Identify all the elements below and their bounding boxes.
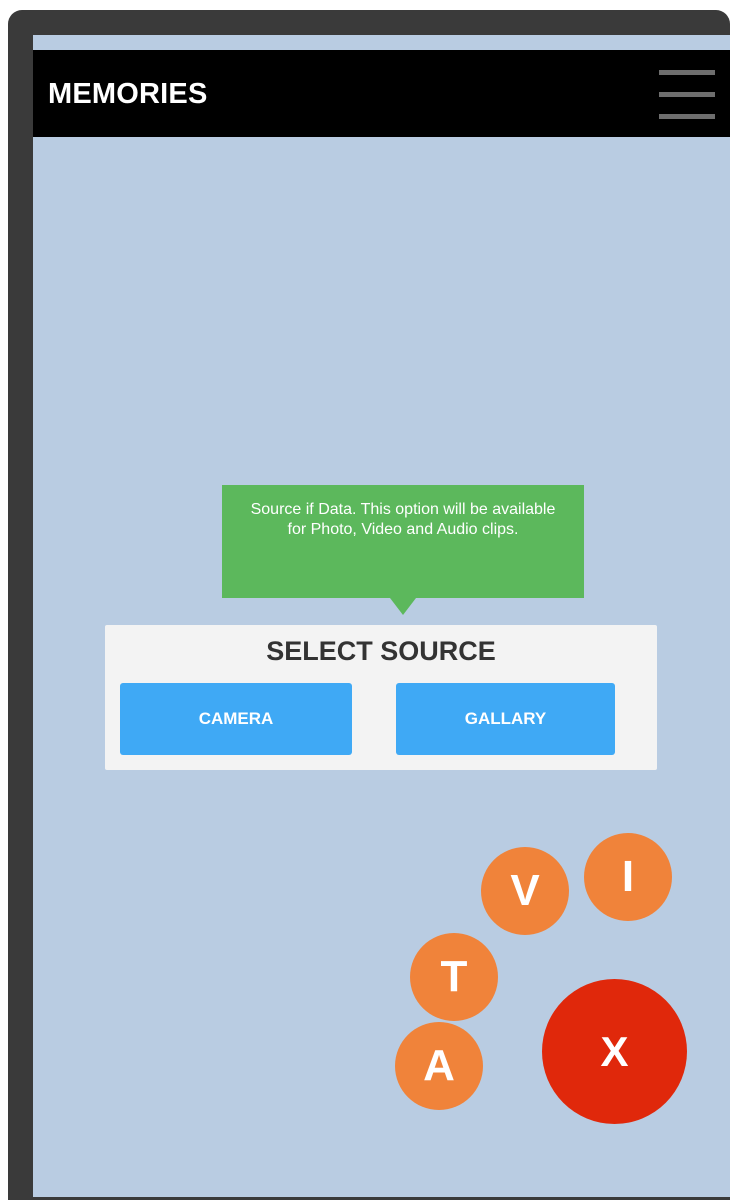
- hamburger-menu-icon[interactable]: [659, 70, 715, 120]
- app-header: MEMORIES: [33, 50, 730, 137]
- device-frame: MEMORIES Source if Data. This option wil…: [8, 10, 730, 1200]
- app-title: MEMORIES: [48, 78, 208, 110]
- app-screen: MEMORIES Source if Data. This option wil…: [33, 35, 730, 1197]
- source-tooltip: Source if Data. This option will be avai…: [222, 485, 584, 598]
- dialog-title: SELECT SOURCE: [266, 636, 496, 666]
- fab-image-button[interactable]: I: [584, 833, 672, 921]
- tooltip-text: Source if Data. This option will be avai…: [250, 501, 556, 538]
- fab-audio-button[interactable]: A: [395, 1022, 483, 1110]
- fab-close-button[interactable]: X: [542, 979, 687, 1124]
- fab-video-button[interactable]: V: [481, 847, 569, 935]
- fab-text-button[interactable]: T: [410, 933, 498, 1021]
- select-source-dialog: SELECT SOURCE CAMERA GALLARY: [105, 625, 657, 770]
- tooltip-arrow: [390, 598, 416, 615]
- camera-button[interactable]: CAMERA: [120, 683, 352, 755]
- gallery-button[interactable]: GALLARY: [396, 683, 615, 755]
